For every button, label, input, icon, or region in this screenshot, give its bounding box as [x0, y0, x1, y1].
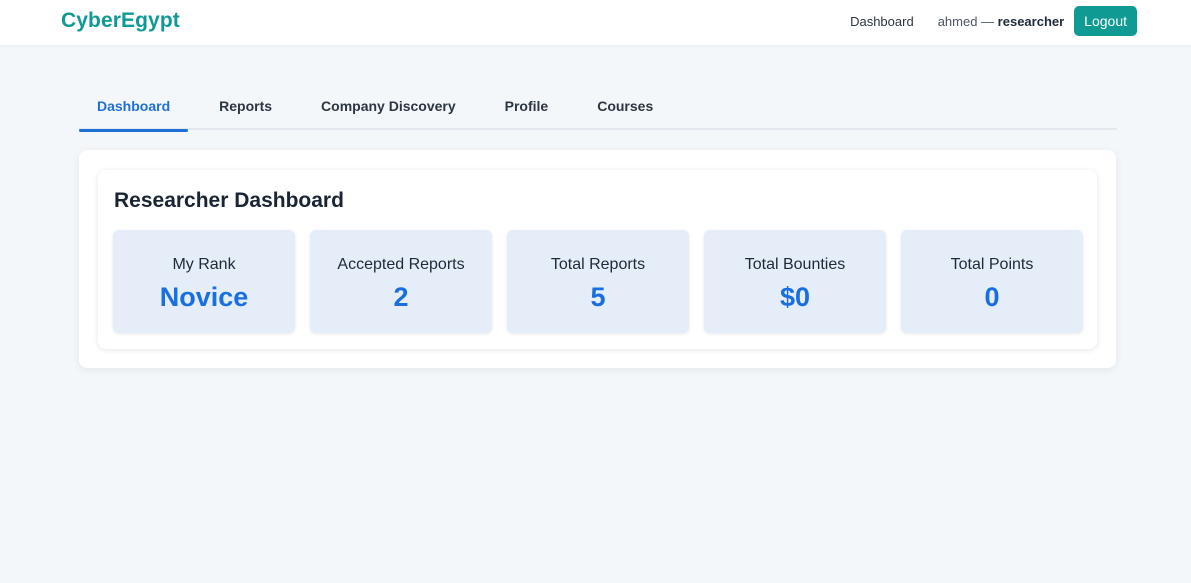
top-navbar: CyberEgypt Dashboard ahmed — researcher … [0, 0, 1191, 46]
main-tabs: Dashboard Reports Company Discovery Prof… [79, 88, 1117, 132]
stat-label: Total Points [950, 256, 1034, 273]
tab-reports[interactable]: Reports [201, 88, 290, 130]
stat-card-total-reports: Total Reports 5 [507, 230, 689, 333]
tab-dashboard[interactable]: Dashboard [79, 88, 189, 132]
stat-card-total-bounties: Total Bounties $0 [704, 230, 886, 333]
stat-card-accepted-reports: Accepted Reports 2 [310, 230, 492, 333]
nav-dashboard-link[interactable]: Dashboard [850, 14, 914, 29]
stats-row: My Rank Novice Accepted Reports 2 Total … [113, 230, 1098, 333]
brand-logo[interactable]: CyberEgypt [61, 9, 180, 33]
logout-button[interactable]: Logout [1074, 6, 1137, 36]
stat-value: Novice [159, 282, 249, 312]
stat-label: Accepted Reports [337, 256, 465, 273]
stat-card-rank: My Rank Novice [113, 230, 295, 333]
username: ahmed [937, 13, 978, 29]
tab-company-discovery[interactable]: Company Discovery [303, 88, 474, 130]
stat-value: $0 [779, 282, 811, 312]
navbar-right: Dashboard ahmed — researcher Logout [850, 6, 1137, 36]
page-title: Researcher Dashboard [114, 189, 344, 212]
user-info: ahmed — researcher [938, 14, 1064, 29]
stat-label: My Rank [172, 256, 236, 273]
tab-courses[interactable]: Courses [579, 88, 671, 130]
researcher-dashboard-card: Researcher Dashboard My Rank Novice Acce… [98, 170, 1097, 349]
stat-label: Total Reports [550, 256, 646, 273]
user-separator: — [977, 13, 998, 29]
stat-value: 5 [590, 282, 606, 312]
stat-value: 2 [393, 282, 409, 312]
stat-label: Total Bounties [744, 256, 846, 273]
stat-card-total-points: Total Points 0 [901, 230, 1083, 333]
dashboard-panel: Researcher Dashboard My Rank Novice Acce… [79, 150, 1116, 368]
user-role: researcher [997, 13, 1065, 29]
tab-profile[interactable]: Profile [487, 88, 567, 130]
stat-value: 0 [984, 282, 1000, 312]
